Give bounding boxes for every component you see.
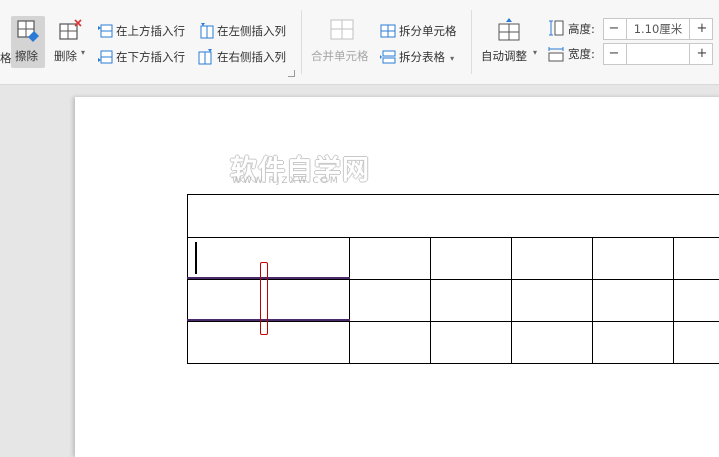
insert-left-button[interactable]: 在左侧插入列 [198,20,286,39]
width-stepper[interactable]: − + [603,43,713,65]
table-cell[interactable] [430,321,512,364]
insert-right-label: 在右侧插入列 [217,50,286,64]
table-cell[interactable] [592,237,674,280]
table-cell[interactable] [187,237,350,280]
merge-cells-label: 合并单元格 [311,49,369,63]
table-cell[interactable] [430,237,512,280]
table-cell-merged-header[interactable] [187,194,719,238]
insert-above-button[interactable]: 在上方插入行 [97,20,185,39]
split-table-icon [380,50,396,63]
delete-table-icon [59,19,82,40]
insert-row-above-icon [98,24,113,37]
width-increase-button[interactable]: + [692,44,712,64]
ribbon-separator [471,10,472,74]
split-table-dropdown-icon[interactable]: ▾ [450,54,454,63]
watermark-url: WWW.RJZXW.COM [232,176,340,186]
autofit-button[interactable]: 自动调整 ▾ [479,16,541,68]
table-cell[interactable] [673,321,719,364]
merge-cells-icon [330,19,354,40]
eraser-icon [17,20,39,42]
eraser-highlight-line [187,277,350,279]
insert-right-button[interactable]: 在右侧插入列 [198,46,286,65]
eraser-label: 擦除 [15,49,38,63]
eraser-highlight-line [187,319,350,321]
text-cursor [195,242,197,274]
width-label: 宽度: [568,47,595,61]
table-cell[interactable] [511,279,593,322]
insert-below-button[interactable]: 在下方插入行 [97,46,185,65]
autofit-dropdown-icon[interactable]: ▾ [533,48,537,57]
table-cell[interactable] [673,279,719,322]
rows-cols-group-launcher-icon[interactable] [288,70,295,77]
column-width-icon [548,47,564,62]
table-cell[interactable] [187,321,350,364]
table-cell[interactable] [349,279,431,322]
split-cells-label: 拆分单元格 [399,24,457,38]
insert-left-label: 在左侧插入列 [217,24,286,38]
table-cell[interactable] [673,237,719,280]
eraser-button[interactable]: 擦除 [11,16,45,68]
table-cell[interactable] [187,279,350,322]
autofit-icon [498,18,520,41]
table-tools-ribbon: 格 擦除 删除 ▾ 在上方插入行 在下方插入行 在左侧插入列 在右侧插入列 合并… [0,0,719,85]
delete-dropdown-icon[interactable]: ▾ [81,48,85,57]
row-height-icon [549,20,564,36]
insert-row-below-icon [98,50,113,63]
split-cells-icon [380,24,396,37]
height-input[interactable]: 1.10厘米 [626,19,690,39]
table-cell[interactable] [349,237,431,280]
insert-col-right-icon [198,48,212,64]
table-cell[interactable] [592,321,674,364]
insert-col-left-icon [200,22,214,38]
ribbon-separator [301,10,302,74]
table-cell[interactable] [592,279,674,322]
insert-below-label: 在下方插入行 [116,50,185,64]
width-input[interactable] [626,44,690,64]
width-decrease-button[interactable]: − [604,44,624,64]
cut-label[interactable]: 格 [0,50,12,66]
height-increase-button[interactable]: + [692,19,712,39]
insert-above-label: 在上方插入行 [116,24,185,38]
height-stepper[interactable]: − 1.10厘米 + [603,18,713,40]
height-decrease-button[interactable]: − [604,19,624,39]
split-table-label: 拆分表格 [399,50,445,64]
height-label: 高度: [568,22,595,36]
split-cells-button[interactable]: 拆分单元格 [380,20,457,39]
table-cell[interactable] [430,279,512,322]
eraser-selection-box [260,262,268,335]
table-cell[interactable] [511,321,593,364]
split-table-button[interactable]: 拆分表格 ▾ [380,46,454,65]
table-cell[interactable] [511,237,593,280]
merge-cells-button[interactable]: 合并单元格 [309,16,375,68]
autofit-label: 自动调整 [481,49,527,63]
delete-label: 删除 [54,49,77,63]
delete-button[interactable]: 删除 ▾ [52,16,88,68]
table-cell[interactable] [349,321,431,364]
